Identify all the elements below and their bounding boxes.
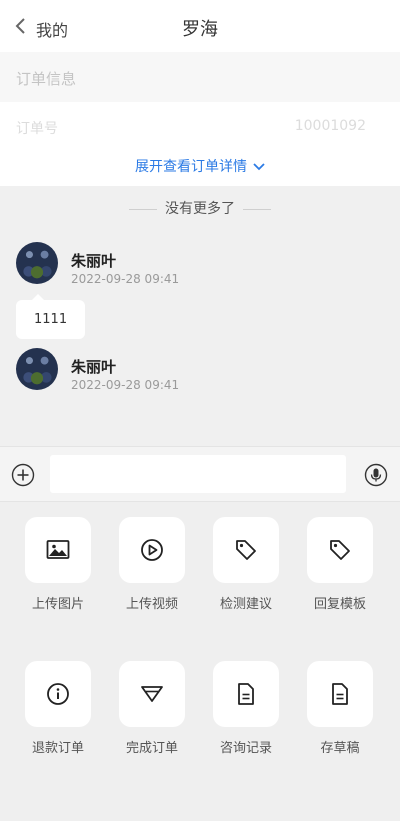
tool-label: 上传图片: [31, 597, 84, 612]
save-draft-button[interactable]: 存草稿: [293, 661, 387, 756]
tool-label: 上传视频: [125, 597, 178, 612]
tool-label: 退款订单: [31, 741, 84, 756]
video-icon: [141, 539, 163, 561]
expand-order-details-label[interactable]: 展开查看订单详情: [135, 159, 247, 175]
sender-name: 朱丽叶: [71, 252, 117, 270]
page-title: 罗海: [182, 19, 218, 40]
tag-icon: [330, 540, 350, 560]
microphone-icon[interactable]: [364, 463, 388, 487]
avatar[interactable]: [16, 348, 58, 390]
message-bubble[interactable]: 1111: [16, 294, 86, 339]
upload-image-button[interactable]: 上传图片: [11, 517, 105, 612]
refund-order-button[interactable]: 退款订单: [11, 661, 105, 756]
reply-template-button[interactable]: 回复模板: [293, 517, 387, 612]
plus-icon[interactable]: [11, 463, 35, 487]
message-time: 2022-09-28 09:41: [71, 378, 180, 392]
message-input[interactable]: [50, 455, 346, 493]
order-number-label: 订单号: [16, 121, 58, 137]
sender-name: 朱丽叶: [71, 358, 117, 376]
document-icon: [238, 683, 254, 705]
tool-label: 检测建议: [219, 597, 272, 612]
no-more-divider: 没有更多了: [0, 198, 400, 218]
message-input-bar: [0, 446, 400, 502]
order-info-panel: 订单信息 订单号 10001092 展开查看订单详情: [0, 52, 400, 186]
order-number-value: 10001092: [294, 118, 366, 134]
upload-video-button[interactable]: 上传视频: [105, 517, 199, 612]
chevron-down-icon[interactable]: [253, 163, 265, 171]
back-button[interactable]: 我的: [36, 17, 68, 41]
tool-label: 完成订单: [125, 741, 178, 756]
complete-order-button[interactable]: 完成订单: [105, 661, 199, 756]
tool-label: 存草稿: [320, 741, 360, 756]
message-time: 2022-09-28 09:41: [71, 272, 180, 286]
document-icon: [332, 683, 348, 705]
no-more-label: 没有更多了: [165, 201, 235, 217]
tool-label: 咨询记录: [219, 741, 272, 756]
back-chevron-icon[interactable]: [12, 16, 30, 36]
expand-order-details-button[interactable]: 展开查看订单详情: [0, 156, 400, 176]
tools-panel: 上传图片 上传视频 检测建议 回复模板 退款订单 完成订单 咨询记录 存草稿: [0, 502, 400, 821]
diamond-icon: [141, 686, 163, 702]
detection-advice-button[interactable]: 检测建议: [199, 517, 293, 612]
image-icon: [46, 540, 70, 559]
tool-label: 回复模板: [313, 597, 366, 612]
consultation-record-button[interactable]: 咨询记录: [199, 661, 293, 756]
info-icon: [47, 683, 69, 705]
order-info-title: 订单信息: [16, 70, 77, 88]
nav-bar: 我的 罗海: [0, 0, 400, 52]
order-info-header: 订单信息: [0, 52, 400, 102]
avatar[interactable]: [16, 242, 58, 284]
tag-icon: [236, 540, 256, 560]
